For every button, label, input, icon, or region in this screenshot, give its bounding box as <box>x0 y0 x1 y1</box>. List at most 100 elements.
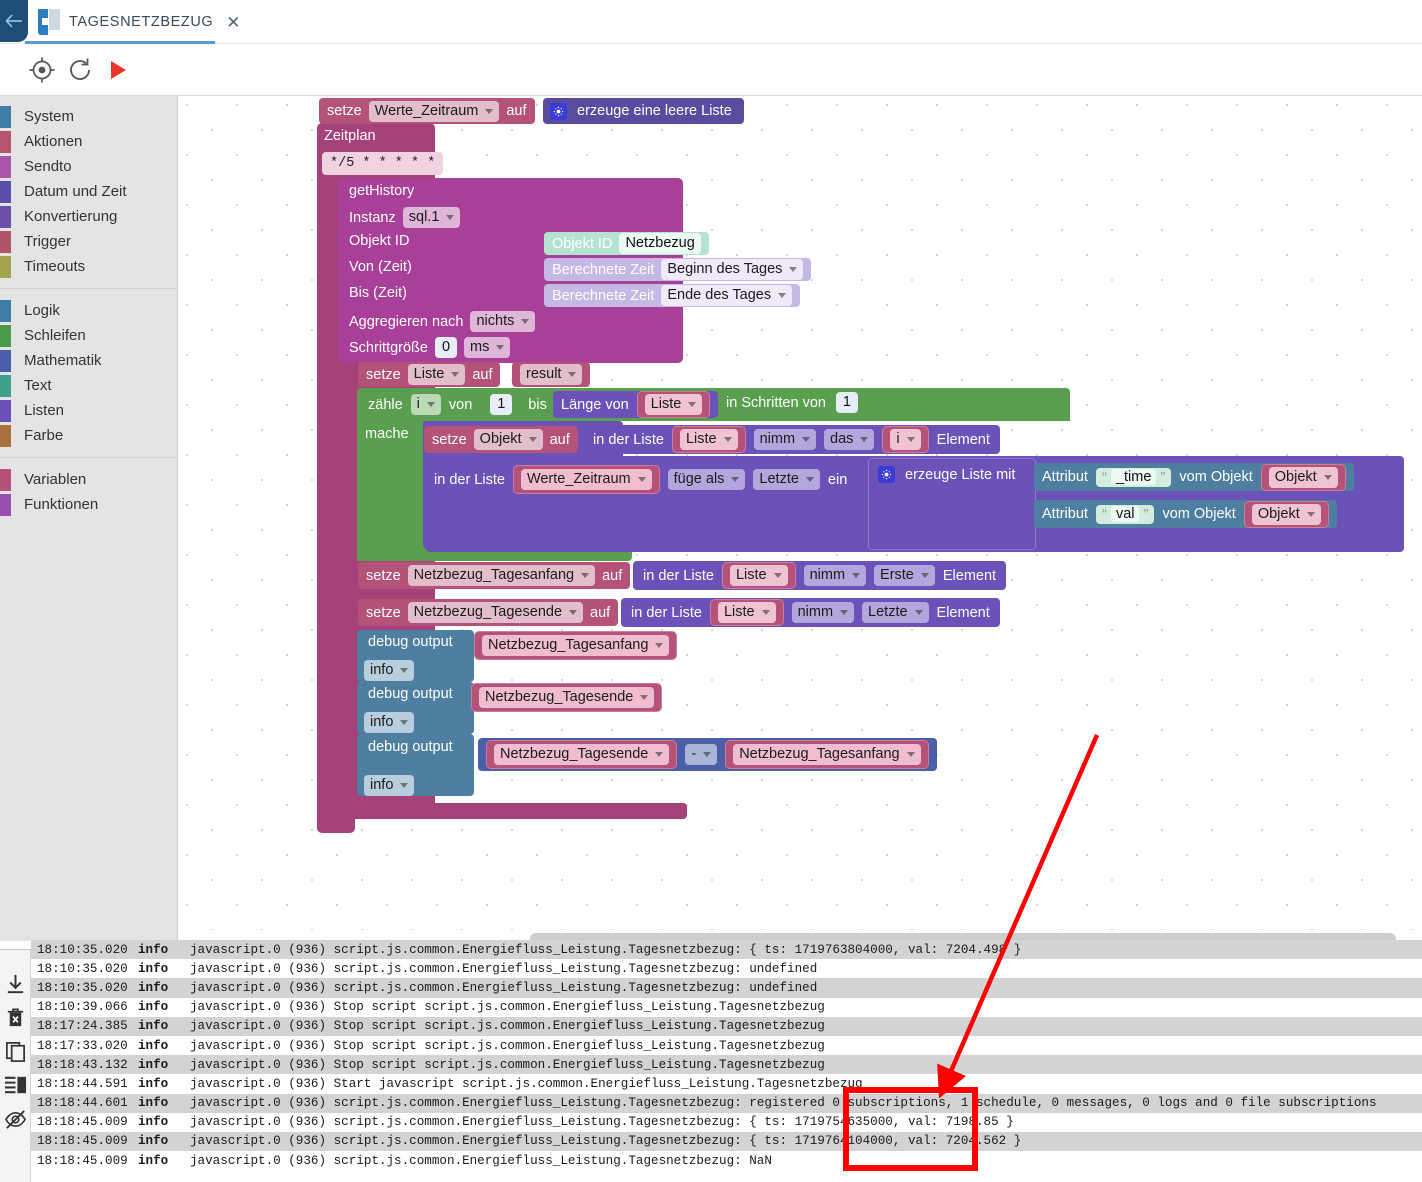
block-berechnete-zeit-bis[interactable]: Berechnete Zeit Ende des Tages <box>544 284 801 307</box>
attribute-name[interactable]: _time <box>1110 469 1157 485</box>
variable-dropdown-tagesanfang[interactable]: Netzbezug_Tagesanfang <box>407 565 596 586</box>
log-row[interactable]: 18:10:35.020 info javascript.0 (936) scrip… <box>31 978 1422 998</box>
block-list-get-index[interactable]: in der Liste Liste nimm das i Element <box>583 425 1000 454</box>
liste-dropdown[interactable]: Liste <box>679 429 738 450</box>
sidebar-item-listen[interactable]: Listen <box>0 398 177 423</box>
gear-icon[interactable] <box>550 102 567 120</box>
log-row[interactable]: 18:17:24.385 info javascript.0 (936) Stop … <box>31 1016 1422 1036</box>
sidebar-item-datum-und-zeit[interactable]: Datum und Zeit <box>0 179 177 204</box>
log-row[interactable]: 18:18:44.601 info javascript.0 (936) scrip… <box>31 1093 1422 1113</box>
das-dropdown[interactable]: das <box>824 429 875 450</box>
block-laenge-von[interactable]: Länge von Liste <box>553 391 719 418</box>
tagesanfang-dropdown[interactable]: Netzbezug_Tagesanfang <box>733 744 921 765</box>
block-attribut-time[interactable]: Attribut “ _time ” vom Objekt Objekt <box>1034 463 1354 491</box>
variable-index-i[interactable]: i <box>882 426 929 453</box>
schedule-cron-field[interactable]: */5 * * * * * <box>322 152 444 175</box>
result-dropdown[interactable]: result <box>520 364 583 385</box>
block-berechnete-zeit-von[interactable]: Berechnete Zeit Beginn des Tages <box>544 258 812 281</box>
tagesanfang-dropdown[interactable]: Netzbezug_Tagesanfang <box>482 635 670 656</box>
variable-objekt[interactable]: Objekt <box>1243 500 1329 528</box>
gear-icon[interactable] <box>878 466 895 483</box>
log-row[interactable]: 18:10:39.066 info javascript.0 (936) Stop … <box>31 997 1422 1017</box>
variable-tagesende[interactable]: Netzbezug_Tagesende <box>471 683 663 712</box>
index-dropdown[interactable]: i <box>890 429 921 450</box>
step-number-input[interactable]: 1 <box>835 392 858 413</box>
block-attribut-val[interactable]: Attribut “ val ” vom Objekt Objekt <box>1034 500 1337 528</box>
bis-zeit-dropdown[interactable]: Ende des Tages <box>661 285 793 306</box>
eye-off-icon[interactable] <box>4 1108 27 1131</box>
blockly-workspace[interactable]: setze Werte_Zeitraum auf erzeuge eine le… <box>178 96 1422 941</box>
debug-1-severity[interactable]: info <box>364 660 415 681</box>
block-list-get-last[interactable]: in der Liste Liste nimm Letzte Element <box>621 598 1000 627</box>
sidebar-item-system[interactable]: System <box>0 104 177 129</box>
variable-tagesanfang[interactable]: Netzbezug_Tagesanfang <box>474 631 678 660</box>
block-set-werte-zeitraum[interactable]: setze Werte_Zeitraum auf <box>319 98 535 124</box>
nimm-dropdown[interactable]: nimm <box>753 429 817 450</box>
log-row[interactable]: 18:10:35.020 info javascript.0 (936) scrip… <box>31 940 1422 960</box>
log-row[interactable]: 18:18:43.132 info javascript.0 (936) Stop … <box>31 1055 1422 1075</box>
variable-dropdown-tagesende[interactable]: Netzbezug_Tagesende <box>407 602 584 623</box>
text-literal-val[interactable]: “ val ” <box>1095 504 1155 524</box>
objekt-id-value[interactable]: Netzbezug <box>619 233 701 254</box>
download-icon[interactable] <box>4 973 27 996</box>
schrittgroesse-input[interactable]: 0 <box>434 337 457 358</box>
block-objekt-id[interactable]: Objekt ID Netzbezug <box>544 232 709 255</box>
liste-dropdown[interactable]: Liste <box>644 394 703 415</box>
sidebar-item-logik[interactable]: Logik <box>0 298 177 323</box>
run-play-icon[interactable] <box>106 58 130 82</box>
locate-target-icon[interactable] <box>28 56 56 84</box>
sidebar-item-mathematik[interactable]: Mathematik <box>0 348 177 373</box>
variable-liste[interactable]: Liste <box>671 426 746 453</box>
log-rows[interactable]: 18:10:35.020 info javascript.0 (936) scrip… <box>31 940 1422 1172</box>
from-number-input[interactable]: 1 <box>490 394 513 415</box>
counter-dropdown[interactable]: i <box>410 394 441 415</box>
block-set-tagesanfang[interactable]: setze Netzbezug_Tagesanfang auf <box>358 562 631 589</box>
log-row[interactable]: 18:18:45.009 info javascript.0 (936) scrip… <box>31 1112 1422 1132</box>
variable-werte-zeitraum[interactable]: Werte_Zeitraum <box>512 465 660 494</box>
log-row[interactable]: 18:18:45.009 info javascript.0 (936) scrip… <box>31 1131 1422 1152</box>
operator-dropdown[interactable]: - <box>685 744 718 765</box>
sidebar-item-farbe[interactable]: Farbe <box>0 423 177 448</box>
debug-1-value[interactable]: Netzbezug_Tagesanfang <box>474 631 678 660</box>
sidebar-item-sendto[interactable]: Sendto <box>0 154 177 179</box>
variable-liste[interactable]: Liste <box>721 562 796 589</box>
variable-objekt[interactable]: Objekt <box>1260 463 1346 491</box>
block-list-get-first[interactable]: in der Liste Liste nimm Erste Element <box>633 561 1007 590</box>
variable-liste[interactable]: Liste <box>709 599 784 626</box>
debug-2-severity[interactable]: info <box>364 712 415 733</box>
tagesende-dropdown[interactable]: Netzbezug_Tagesende <box>479 687 655 708</box>
aggregieren-dropdown[interactable]: nichts <box>470 311 536 332</box>
log-row[interactable]: 18:17:33.020 info javascript.0 (936) Stop … <box>31 1035 1422 1056</box>
sidebar-item-funktionen[interactable]: Funktionen <box>0 492 177 517</box>
sidebar-item-aktionen[interactable]: Aktionen <box>0 129 177 154</box>
sidebar-item-timeouts[interactable]: Timeouts <box>0 254 177 279</box>
copy-icon[interactable] <box>4 1040 27 1063</box>
sidebar-item-trigger[interactable]: Trigger <box>0 229 177 254</box>
variable-dropdown-objekt[interactable]: Objekt <box>473 429 543 450</box>
sidebar-item-variablen[interactable]: Variablen <box>0 467 177 492</box>
reload-icon[interactable] <box>66 56 94 84</box>
block-set-tagesende[interactable]: setze Netzbezug_Tagesende auf <box>358 599 619 626</box>
layout-icon[interactable] <box>4 1074 27 1097</box>
delete-icon[interactable] <box>4 1006 27 1029</box>
block-result-variable[interactable]: result <box>512 362 591 387</box>
liste-dropdown[interactable]: Liste <box>729 565 788 586</box>
variable-tagesende[interactable]: Netzbezug_Tagesende <box>486 740 678 769</box>
block-set-objekt[interactable]: setze Objekt auf <box>424 426 578 453</box>
nimm-dropdown[interactable]: nimm <box>803 565 867 586</box>
position-dropdown[interactable]: Erste <box>874 565 935 586</box>
variable-dropdown-werte-zeitraum[interactable]: Werte_Zeitraum <box>368 100 500 122</box>
tab-tagesnetzbezug[interactable]: TAGESNETZBEZUG ✕ <box>28 0 253 44</box>
tab-close-icon[interactable]: ✕ <box>226 14 240 31</box>
objekt-dropdown[interactable]: Objekt <box>1268 466 1338 488</box>
log-row[interactable]: 18:10:35.020 info javascript.0 (936) scrip… <box>31 959 1422 979</box>
debug-3-severity[interactable]: info <box>364 775 415 796</box>
block-set-liste[interactable]: setze Liste auf <box>358 362 501 387</box>
instanz-dropdown[interactable]: sql.1 <box>402 207 461 228</box>
liste-dropdown[interactable]: Liste <box>717 602 776 623</box>
sidebar-item-text[interactable]: Text <box>0 373 177 398</box>
von-zeit-dropdown[interactable]: Beginn des Tages <box>661 259 804 280</box>
log-row[interactable]: 18:18:45.009 info javascript.0 (936) scrip… <box>31 1151 1422 1171</box>
debug-2-value[interactable]: Netzbezug_Tagesende <box>471 683 663 712</box>
objekt-dropdown[interactable]: Objekt <box>1251 503 1321 525</box>
